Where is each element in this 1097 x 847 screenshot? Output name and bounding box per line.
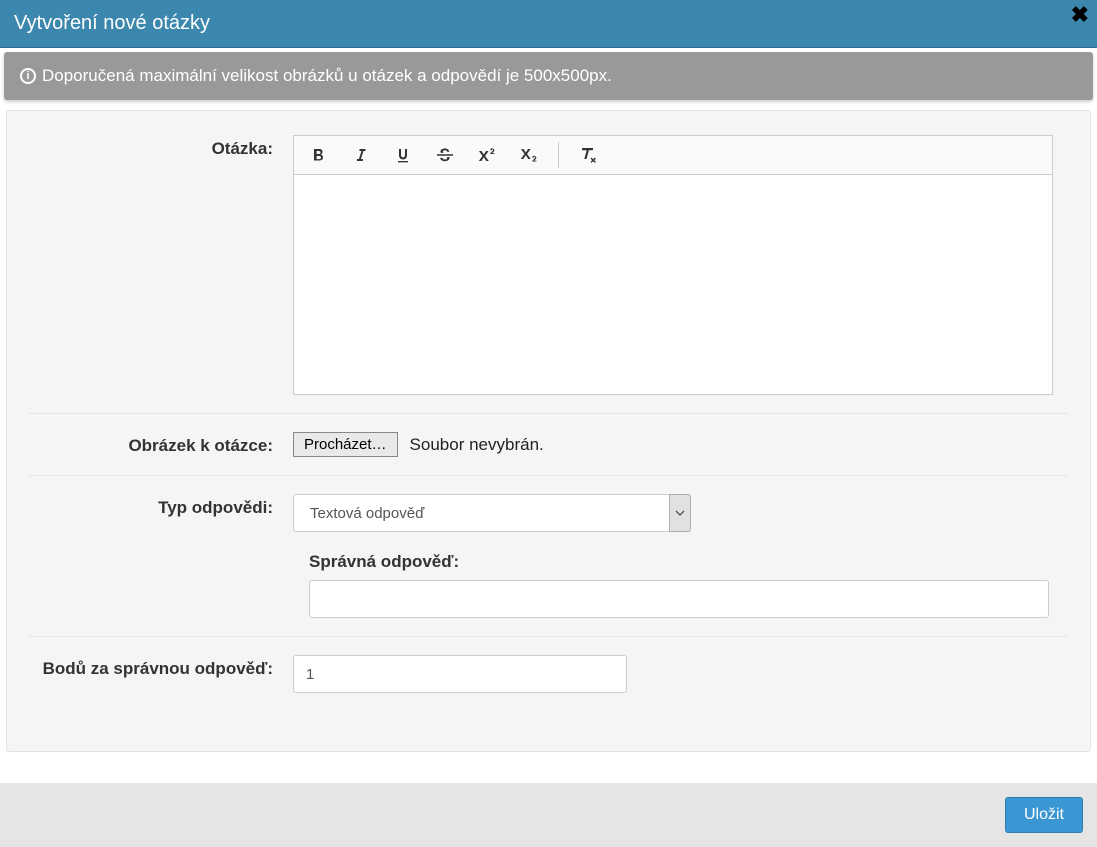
modal-header: Vytvoření nové otázky ✖ [0, 0, 1097, 48]
subscript-icon [519, 147, 539, 163]
bold-button[interactable] [298, 137, 340, 173]
answer-type-area: Správná odpověď: [293, 494, 1053, 618]
info-alert-text: Doporučená maximální velikost obrázků u … [42, 66, 612, 86]
answer-type-label: Typ odpovědi: [29, 494, 293, 518]
underline-icon [395, 147, 411, 163]
question-textarea[interactable] [293, 175, 1053, 395]
file-picker: Procházet… Soubor nevybrán. [293, 432, 1053, 457]
modal-body: i Doporučená maximální velikost obrázků … [0, 48, 1097, 752]
italic-icon [353, 147, 369, 163]
italic-button[interactable] [340, 137, 382, 173]
subscript-button[interactable] [508, 137, 550, 173]
toolbar-separator [558, 142, 559, 168]
clear-format-icon [578, 146, 598, 164]
points-label: Bodů za správnou odpověď: [29, 655, 293, 679]
answer-type-select-wrap [293, 494, 691, 532]
info-alert: i Doporučená maximální velikost obrázků … [4, 52, 1093, 100]
save-button[interactable]: Uložit [1005, 797, 1083, 833]
superscript-button[interactable] [466, 137, 508, 173]
question-row: Otázka: [29, 129, 1068, 414]
file-status-text: Soubor nevybrán. [410, 435, 544, 455]
close-icon[interactable]: ✖ [1071, 4, 1089, 26]
answer-type-select[interactable] [293, 494, 691, 532]
strikethrough-icon [436, 147, 454, 163]
points-input[interactable] [293, 655, 627, 693]
image-row: Obrázek k otázce: Procházet… Soubor nevy… [29, 414, 1068, 476]
points-row: Bodů za správnou odpověď: [29, 637, 1068, 711]
browse-button[interactable]: Procházet… [293, 432, 398, 457]
points-area [293, 655, 1053, 693]
question-label: Otázka: [29, 135, 293, 159]
editor-toolbar [293, 135, 1053, 175]
correct-answer-label: Správná odpověď: [309, 552, 1053, 572]
clear-format-button[interactable] [567, 137, 609, 173]
superscript-icon [477, 147, 497, 163]
form-panel: Otázka: [6, 110, 1091, 752]
answer-type-row: Typ odpovědi: Správná odpověď: [29, 476, 1068, 637]
info-icon: i [20, 68, 36, 84]
question-editor [293, 135, 1053, 395]
modal-title: Vytvoření nové otázky [14, 12, 210, 34]
modal-footer: Uložit [0, 783, 1097, 847]
bold-icon [311, 147, 327, 163]
image-label: Obrázek k otázce: [29, 432, 293, 456]
strikethrough-button[interactable] [424, 137, 466, 173]
underline-button[interactable] [382, 137, 424, 173]
correct-answer-input[interactable] [309, 580, 1049, 618]
